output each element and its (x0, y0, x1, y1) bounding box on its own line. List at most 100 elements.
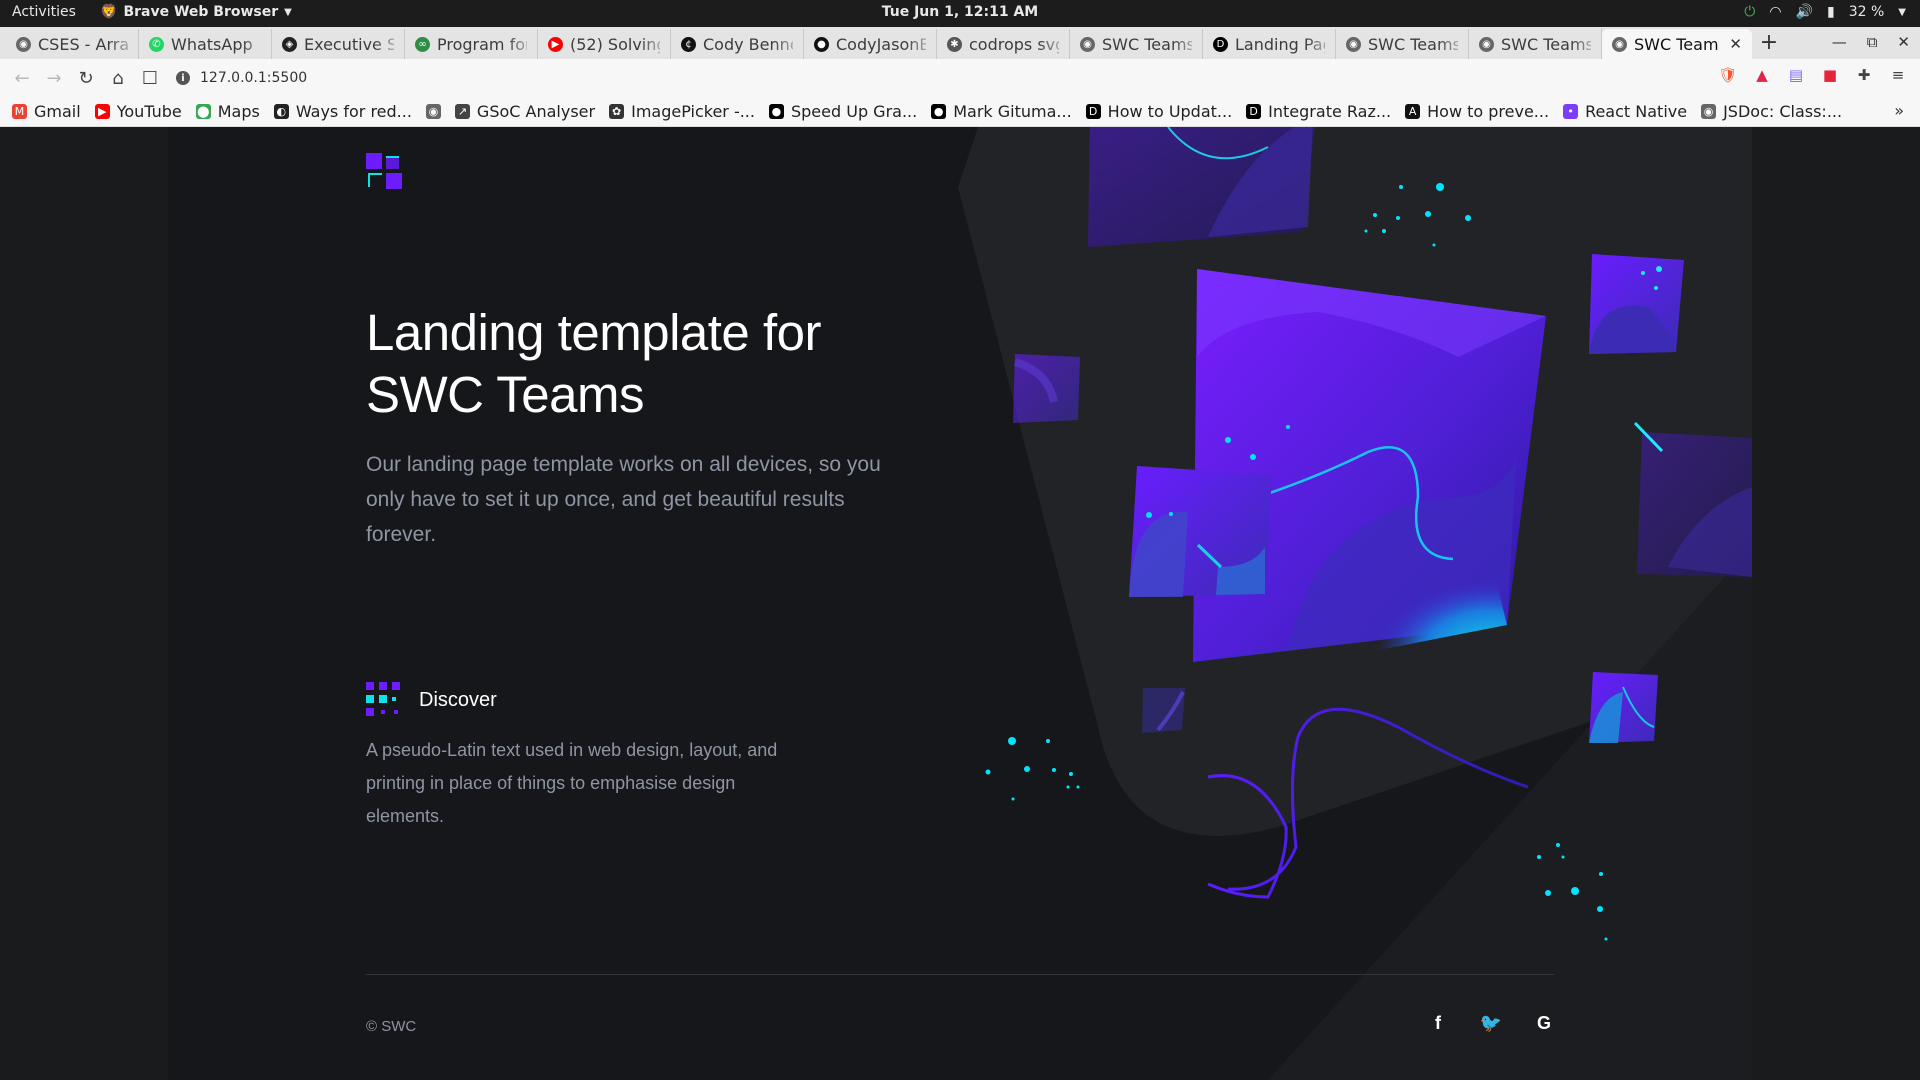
tab-5[interactable]: ¢Cody Bennett (671, 29, 804, 59)
bookmark-label: How to preve... (1427, 102, 1550, 121)
bookmark-label: ImagePicker -... (631, 102, 755, 121)
bookmark-0[interactable]: M Gmail (12, 102, 81, 121)
swc-logo[interactable] (366, 153, 402, 189)
extensions-area: 🛡 ▲ ▤ ■ ✚ ≡ (1718, 65, 1908, 85)
tab-10[interactable]: ◉SWC Teams T (1336, 29, 1469, 59)
social-links: f 🐦 G (1428, 1011, 1554, 1035)
tab-label: SWC Team (1634, 34, 1719, 54)
brave-rewards-icon[interactable]: ▲ (1752, 65, 1772, 85)
google-icon[interactable]: G (1534, 1011, 1554, 1035)
new-tab-button[interactable]: + (1752, 29, 1786, 59)
bookmark-12[interactable]: • React Native (1563, 102, 1687, 121)
hero-subtitle: Our landing page template works on all d… (366, 453, 881, 546)
bookmark-label: Speed Up Gra... (790, 102, 918, 121)
extension-red-icon[interactable]: ■ (1820, 65, 1840, 85)
bookmark-label: JSDoc: Class:... (1723, 102, 1843, 121)
site-info-icon[interactable]: i (176, 71, 190, 85)
extensions-puzzle-icon[interactable]: ✚ (1854, 65, 1874, 85)
react-native-icon: • (1563, 104, 1579, 119)
tab-3[interactable]: ∞Program for r (405, 29, 538, 59)
extension-icon[interactable]: ▤ (1786, 65, 1806, 85)
clock[interactable]: Tue Jun 1, 12:11 AM (0, 4, 1920, 20)
bookmark-6[interactable]: ✿ ImagePicker -... (609, 102, 755, 121)
maps-icon: ⬤ (195, 104, 211, 119)
wifi-icon: ◠ (1769, 4, 1782, 20)
dev-icon: D (1085, 104, 1101, 119)
tab-8[interactable]: ◉SWC Teams T (1070, 29, 1203, 59)
landing-page: Landing template for SWC Teams Our landi… (168, 127, 1752, 1080)
tab-fade (1305, 29, 1335, 59)
bookmark-label: How to Updat... (1107, 102, 1233, 121)
menu-icon[interactable]: ≡ (1888, 65, 1908, 85)
overlap-square (1129, 466, 1272, 597)
globe-icon: ◉ (1612, 36, 1627, 52)
bookmark-label: Ways for red... (295, 102, 412, 121)
chevron-down-icon: ▼ (1898, 6, 1906, 18)
medium-icon: ● (768, 104, 784, 119)
close-icon[interactable]: ✕ (1897, 33, 1910, 51)
tab-fade (1571, 29, 1601, 59)
youtube-icon: ▶ (94, 104, 110, 119)
brave-shields-icon[interactable]: 🛡 (1718, 65, 1738, 85)
tab-11[interactable]: ◉SWC Teams T (1469, 29, 1602, 59)
bookmark-8[interactable]: ● Mark Gituma... (931, 102, 1072, 121)
tab-fade (108, 29, 138, 59)
bookmark-3[interactable]: ◐ Ways for red... (273, 102, 412, 121)
volume-icon: 🔊 (1795, 4, 1813, 20)
bookmark-11[interactable]: A How to preve... (1405, 102, 1549, 121)
gfg-icon: ∞ (415, 36, 430, 52)
bookmark-2[interactable]: ⬤ Maps (195, 102, 260, 121)
system-tray[interactable]: ⏻ ◠ 🔊 ▮ 32 % ▼ (1744, 4, 1906, 20)
reload-button[interactable]: ↻ (70, 68, 102, 89)
tab-12[interactable]: ◉ SWC Team ✕ (1602, 29, 1752, 59)
facebook-icon[interactable]: f (1428, 1011, 1448, 1035)
gmail-icon: M (12, 104, 27, 119)
imagepicker-icon: ✿ (609, 104, 625, 119)
bookmark-label: Mark Gituma... (953, 102, 1072, 121)
tab-7[interactable]: ✱codrops svgs (937, 29, 1070, 59)
hero-illustration (958, 127, 1752, 1080)
browser-toolbar: ← → ↻ ⌂ ☐ i 127.0.0.1:5500 🛡 ▲ ▤ ■ ✚ ≡ (0, 59, 1920, 97)
tab-fade (507, 29, 537, 59)
tab-6[interactable]: ●CodyJasonBe (804, 29, 937, 59)
medium-icon: ● (931, 104, 947, 119)
system-top-bar: Activities 🦁 Brave Web Browser ▼ Tue Jun… (0, 0, 1920, 27)
url-text[interactable]: 127.0.0.1:5500 (200, 70, 307, 86)
bookmarks-overflow-icon[interactable]: » (1894, 101, 1904, 120)
maximize-icon[interactable]: ⧉ (1867, 33, 1878, 51)
bookmark-7[interactable]: ● Speed Up Gra... (768, 102, 918, 121)
right-top-square (1589, 254, 1684, 354)
tab-strip: ◉CSES - Array✆WhatsApp◈Executive Sum∞Pro… (0, 27, 1920, 59)
tab-4[interactable]: ▶(52) Solving C (538, 29, 671, 59)
copyright: © SWC (366, 1018, 417, 1035)
forward-button[interactable]: → (38, 68, 70, 89)
bookmark-page-button[interactable]: ☐ (134, 68, 166, 89)
tab-fade (1039, 29, 1069, 59)
tab-fade (1438, 29, 1468, 59)
minimize-icon[interactable]: — (1832, 33, 1847, 51)
tab-2[interactable]: ◈Executive Sum (272, 29, 405, 59)
bookmark-1[interactable]: ▶ YouTube (94, 102, 182, 121)
home-button[interactable]: ⌂ (102, 68, 134, 89)
tab-fade (241, 29, 271, 59)
address-bar[interactable]: i 127.0.0.1:5500 (176, 63, 1696, 93)
bookmark-13[interactable]: ◉ JSDoc: Class:... (1701, 102, 1842, 121)
bookmark-label: GSoC Analyser (476, 102, 596, 121)
page-viewport: Landing template for SWC Teams Our landi… (0, 127, 1920, 1080)
globe-icon: ◉ (1701, 104, 1717, 119)
tab-fade (640, 29, 670, 59)
bookmark-9[interactable]: D How to Updat... (1085, 102, 1233, 121)
bookmark-5[interactable]: ↗ GSoC Analyser (454, 102, 596, 121)
tab-9[interactable]: DLanding Page (1203, 29, 1336, 59)
back-button[interactable]: ← (6, 68, 38, 89)
twitter-icon[interactable]: 🐦 (1480, 1011, 1502, 1035)
close-tab-icon[interactable]: ✕ (1729, 35, 1742, 53)
bookmark-10[interactable]: D Integrate Raz... (1246, 102, 1391, 121)
tab-fade (773, 29, 803, 59)
power-icon: ⏻ (1744, 4, 1756, 20)
globe-icon: ◉ (425, 104, 441, 119)
tab-1[interactable]: ✆ WhatsApp (139, 29, 272, 59)
feature-title: Discover (419, 688, 497, 711)
bookmark-4[interactable]: ◉ (425, 104, 441, 119)
tab-0[interactable]: ◉CSES - Array (6, 29, 139, 59)
